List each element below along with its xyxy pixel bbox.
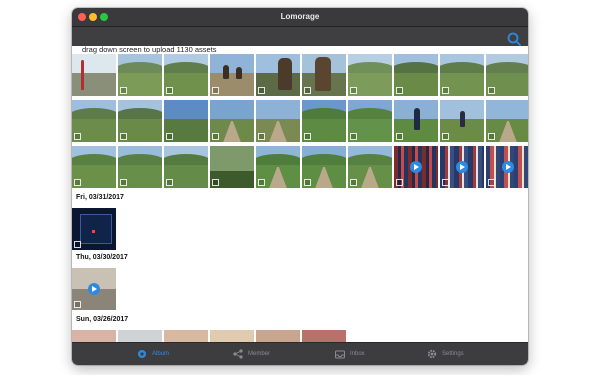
- photo-thumbnail[interactable]: [348, 100, 392, 142]
- album-scroll-view[interactable]: Fri, 03/31/2017 Thu, 03/30/2017 Sun, 03/…: [72, 54, 528, 343]
- title-bar[interactable]: Lomorage: [72, 8, 528, 27]
- tab-member-label: Member: [248, 351, 271, 357]
- photo-thumbnail[interactable]: [348, 146, 392, 188]
- photo-thumbnail[interactable]: [302, 146, 346, 188]
- play-icon: [410, 161, 422, 173]
- photo-thumbnail[interactable]: [486, 54, 528, 96]
- section-date-header: Sun, 03/26/2017: [76, 316, 129, 323]
- photo-thumbnail[interactable]: [72, 208, 116, 250]
- tab-album[interactable]: Album: [136, 343, 169, 365]
- photo-thumbnail[interactable]: [256, 146, 300, 188]
- photo-thumbnail[interactable]: [210, 146, 254, 188]
- photo-thumbnail[interactable]: [72, 100, 116, 142]
- photo-thumbnail[interactable]: [118, 54, 162, 96]
- video-thumbnail[interactable]: [486, 146, 528, 188]
- tab-member[interactable]: Member: [232, 343, 270, 365]
- search-button[interactable]: [506, 31, 522, 47]
- search-icon: [507, 32, 521, 46]
- album-icon: [138, 350, 146, 358]
- photo-thumbnail[interactable]: [72, 146, 116, 188]
- inbox-icon: [335, 350, 345, 359]
- photo-thumbnail[interactable]: [348, 54, 392, 96]
- photo-thumbnail[interactable]: [164, 100, 208, 142]
- photo-thumbnail[interactable]: [118, 146, 162, 188]
- tab-inbox-label: Inbox: [350, 351, 365, 357]
- photo-thumbnail[interactable]: [302, 100, 346, 142]
- tab-bar: Album Member Inbox Settings: [72, 342, 528, 365]
- tab-inbox[interactable]: Inbox: [334, 343, 365, 365]
- photo-thumbnail[interactable]: [210, 54, 254, 96]
- photo-thumbnail[interactable]: [440, 100, 484, 142]
- photo-thumbnail[interactable]: [256, 100, 300, 142]
- tab-settings-label: Settings: [442, 351, 464, 357]
- photo-thumbnail[interactable]: [256, 54, 300, 96]
- photo-thumbnail[interactable]: [118, 100, 162, 142]
- photo-thumbnail[interactable]: [164, 146, 208, 188]
- photo-thumbnail[interactable]: [302, 54, 346, 96]
- video-thumbnail[interactable]: [440, 146, 484, 188]
- photo-thumbnail[interactable]: [72, 54, 116, 96]
- gear-icon: [427, 349, 437, 359]
- upload-banner-text: drag down screen to upload 1130 assets: [82, 46, 217, 54]
- tab-album-label: Album: [152, 351, 170, 357]
- video-thumbnail[interactable]: [72, 268, 116, 310]
- video-thumbnail[interactable]: [394, 146, 438, 188]
- member-icon: [233, 349, 243, 359]
- section-date-header: Thu, 03/30/2017: [76, 254, 128, 261]
- photo-thumbnail[interactable]: [394, 100, 438, 142]
- section-date-header: Fri, 03/31/2017: [76, 194, 124, 201]
- photo-thumbnail[interactable]: [164, 54, 208, 96]
- photo-thumbnail[interactable]: [440, 54, 484, 96]
- app-window: Lomorage drag down screen to upload 1130…: [72, 8, 528, 365]
- play-icon: [88, 283, 100, 295]
- tab-settings[interactable]: Settings: [426, 343, 464, 365]
- photo-thumbnail[interactable]: [486, 100, 528, 142]
- photo-thumbnail[interactable]: [210, 100, 254, 142]
- play-icon: [502, 161, 514, 173]
- photo-thumbnail[interactable]: [394, 54, 438, 96]
- window-title: Lomorage: [280, 12, 320, 21]
- play-icon: [456, 161, 468, 173]
